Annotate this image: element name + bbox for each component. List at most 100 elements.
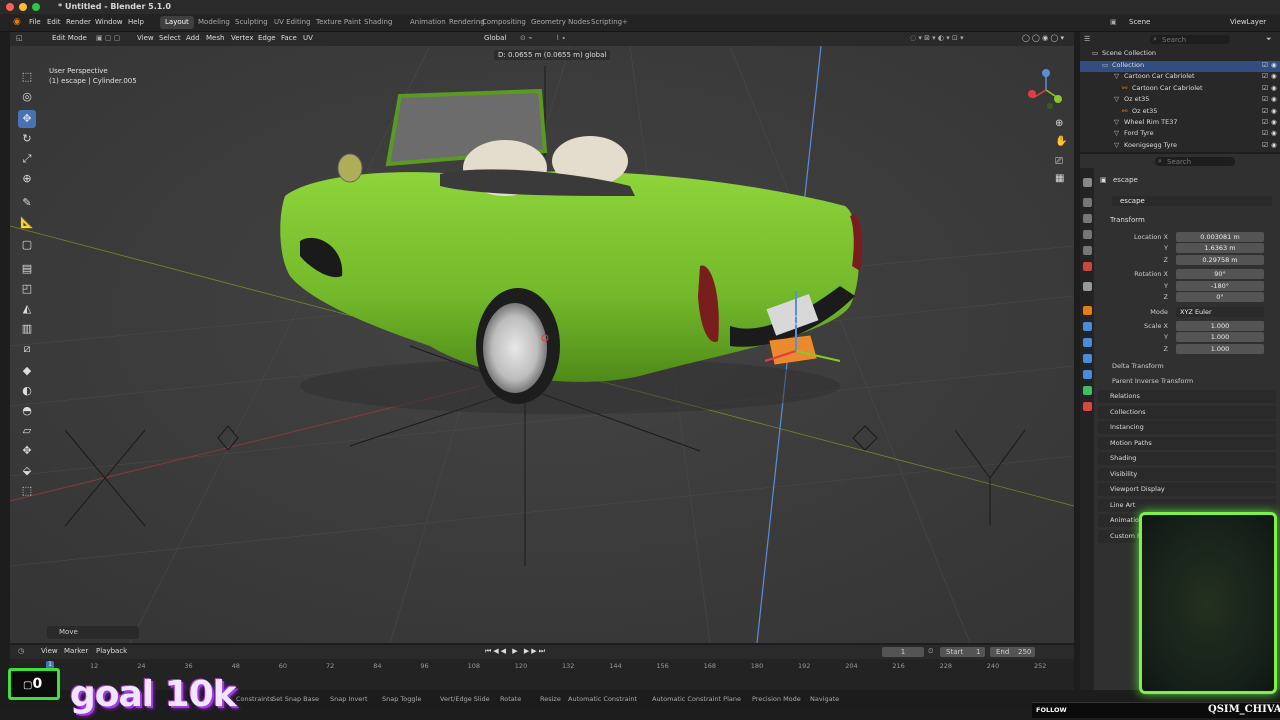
data-tab-icon[interactable] bbox=[1083, 386, 1092, 395]
smooth-icon[interactable]: ◓ bbox=[18, 402, 36, 420]
panel-visibility[interactable]: Visibility bbox=[1098, 467, 1276, 481]
visibility-eye-icon[interactable]: ◉ bbox=[1271, 95, 1277, 103]
workspace-tab-layout[interactable]: Layout bbox=[160, 16, 194, 29]
menu-select[interactable]: Select bbox=[159, 34, 181, 42]
physics-tab-icon[interactable] bbox=[1083, 354, 1092, 363]
start-frame-field[interactable]: Start 1 bbox=[940, 647, 985, 657]
location-y-field[interactable]: 1.6363 m bbox=[1176, 243, 1264, 253]
close-window-button[interactable] bbox=[6, 3, 14, 11]
timeline-menu-marker[interactable]: Marker bbox=[64, 647, 88, 655]
outliner-row[interactable]: ⚯ Cartoon Car Cabriolet ☑ ◉ bbox=[1080, 84, 1280, 95]
select-box-icon[interactable]: ⬚ bbox=[18, 68, 36, 86]
scene-name[interactable]: Scene bbox=[1129, 18, 1150, 26]
exclude-checkbox[interactable]: ☑ bbox=[1262, 141, 1268, 149]
menu-window[interactable]: Window bbox=[95, 18, 123, 26]
annotate-icon[interactable]: ✎ bbox=[18, 194, 36, 212]
minimize-window-button[interactable] bbox=[19, 3, 27, 11]
tool-tab-icon[interactable] bbox=[1083, 178, 1092, 187]
timeline-menu-playback[interactable]: Playback bbox=[96, 647, 127, 655]
menu-uv[interactable]: UV bbox=[303, 34, 313, 42]
extrude-icon[interactable]: ▤ bbox=[18, 260, 36, 278]
editor-type-icon[interactable]: ◱ bbox=[16, 34, 23, 42]
filter-icon[interactable]: ⏷ bbox=[1266, 35, 1272, 44]
scene-collection-row[interactable]: ▭ Scene Collection bbox=[1080, 49, 1280, 60]
panel-motion-paths[interactable]: Motion Paths bbox=[1098, 436, 1276, 450]
object-name-field[interactable]: escape bbox=[1112, 196, 1272, 206]
current-frame-field[interactable]: 1 bbox=[882, 647, 924, 657]
workspace-tab-uv-editing[interactable]: UV Editing bbox=[269, 16, 316, 29]
scale-y-field[interactable]: 1.000 bbox=[1176, 332, 1264, 342]
transform-panel-header[interactable]: Transform bbox=[1110, 216, 1145, 224]
outliner-editor-icon[interactable]: ☰ bbox=[1084, 35, 1090, 43]
last-operator-panel[interactable]: Move bbox=[47, 626, 139, 639]
timeline-editor-icon[interactable]: ◷ bbox=[18, 647, 24, 655]
scale-z-field[interactable]: 1.000 bbox=[1176, 344, 1264, 354]
menu-vertex[interactable]: Vertex bbox=[231, 34, 254, 42]
outliner-row[interactable]: ▽ Wheel Rim TE37 ☑ ◉ bbox=[1080, 118, 1280, 129]
menu-add[interactable]: Add bbox=[186, 34, 200, 42]
location-z-field[interactable]: 0.29758 m bbox=[1176, 255, 1264, 265]
menu-edge[interactable]: Edge bbox=[258, 34, 276, 42]
camera-view-icon[interactable]: ⎚ bbox=[1055, 156, 1063, 167]
properties-search[interactable]: ⌕ Search bbox=[1155, 157, 1235, 166]
shrink-fatten-icon[interactable]: ✥ bbox=[18, 442, 36, 460]
workspace-tab-shading[interactable]: Shading bbox=[359, 16, 397, 29]
navigation-gizmo[interactable] bbox=[1026, 68, 1070, 112]
bevel-icon[interactable]: ◭ bbox=[18, 300, 36, 318]
workspace-tab-sculpting[interactable]: Sculpting bbox=[230, 16, 273, 29]
orientation-selector[interactable]: Global bbox=[484, 34, 506, 42]
menu-render[interactable]: Render bbox=[66, 18, 91, 26]
world-tab-icon[interactable] bbox=[1083, 262, 1092, 271]
visibility-eye-icon[interactable]: ◉ bbox=[1271, 141, 1277, 149]
menu-mesh[interactable]: Mesh bbox=[206, 34, 224, 42]
spin-icon[interactable]: ◐ bbox=[18, 382, 36, 400]
material-tab-icon[interactable] bbox=[1083, 402, 1092, 411]
particles-tab-icon[interactable] bbox=[1083, 338, 1092, 347]
menu-help[interactable]: Help bbox=[128, 18, 144, 26]
menu-face[interactable]: Face bbox=[281, 34, 297, 42]
snap-icon[interactable]: ⌇ ∙ bbox=[556, 34, 566, 42]
outliner-row[interactable]: ▽ Cartoon Car Cabriolet ☑ ◉ bbox=[1080, 72, 1280, 83]
rotation-mode-select[interactable]: XYZ Euler bbox=[1176, 307, 1264, 317]
scene-icon[interactable]: ▣ bbox=[1110, 18, 1117, 26]
subpanel-delta-transform[interactable]: Delta Transform bbox=[1112, 362, 1164, 370]
constraints-tab-icon[interactable] bbox=[1083, 370, 1092, 379]
playback-controls[interactable]: ⏮◀◀ ▶ ▶▶⏭ bbox=[485, 647, 547, 656]
output-tab-icon[interactable] bbox=[1083, 214, 1092, 223]
shading-mode-icons[interactable]: ◯ ◯ ◉ ◯ ▾ bbox=[1022, 34, 1064, 42]
move-icon[interactable]: ✥ bbox=[18, 110, 36, 128]
overlay-icons[interactable]: ◌ ▾ ⊠ ▾ ◐ ▾ ⊡ ▾ bbox=[910, 34, 964, 42]
outliner-row[interactable]: ▭ Collection ☑ ◉ bbox=[1080, 61, 1280, 72]
outliner-row[interactable]: ▽ Ford Tyre ☑ ◉ bbox=[1080, 129, 1280, 140]
pan-hand-icon[interactable]: ✋ bbox=[1055, 136, 1067, 147]
add-workspace-icon[interactable]: + bbox=[622, 18, 628, 26]
workspace-tab-texture-paint[interactable]: Texture Paint bbox=[311, 16, 366, 29]
workspace-tab-scripting[interactable]: Scripting bbox=[586, 16, 627, 29]
visibility-eye-icon[interactable]: ◉ bbox=[1271, 129, 1277, 137]
exclude-checkbox[interactable]: ☑ bbox=[1262, 84, 1268, 92]
location-x-field[interactable]: 0.003081 m bbox=[1176, 232, 1264, 242]
outliner-row[interactable]: ▽ Koenigsegg Tyre ☑ ◉ bbox=[1080, 141, 1280, 152]
inset-icon[interactable]: ◰ bbox=[18, 280, 36, 298]
rotation-x-field[interactable]: 90° bbox=[1176, 269, 1264, 279]
end-frame-field[interactable]: End 250 bbox=[990, 647, 1035, 657]
collection-tab-icon[interactable] bbox=[1083, 282, 1092, 291]
viewlayer-name[interactable]: ViewLayer bbox=[1230, 18, 1266, 26]
visibility-eye-icon[interactable]: ◉ bbox=[1271, 72, 1277, 80]
visibility-eye-icon[interactable]: ◉ bbox=[1271, 107, 1277, 115]
view-layer-tab-icon[interactable] bbox=[1083, 230, 1092, 239]
rotation-y-field[interactable]: -180° bbox=[1176, 281, 1264, 291]
pivot-icon[interactable]: ⊙ ⌁ bbox=[520, 34, 532, 42]
shear-icon[interactable]: ⬙ bbox=[18, 462, 36, 480]
mode-selector[interactable]: Edit Mode bbox=[52, 34, 87, 42]
edge-slide-icon[interactable]: ▱ bbox=[18, 422, 36, 440]
render-tab-icon[interactable] bbox=[1083, 198, 1092, 207]
scale-icon[interactable]: ⤢ bbox=[18, 150, 36, 168]
timeline-menu-view[interactable]: View bbox=[41, 647, 58, 655]
outliner-search[interactable]: ⌕ Search bbox=[1150, 35, 1230, 44]
panel-shading[interactable]: Shading bbox=[1098, 452, 1276, 465]
menu-view[interactable]: View bbox=[137, 34, 154, 42]
panel-relations[interactable]: Relations bbox=[1098, 390, 1276, 403]
zoom-icon[interactable]: ⊕ bbox=[1055, 118, 1063, 129]
ortho-toggle-icon[interactable]: ▦ bbox=[1055, 173, 1064, 184]
